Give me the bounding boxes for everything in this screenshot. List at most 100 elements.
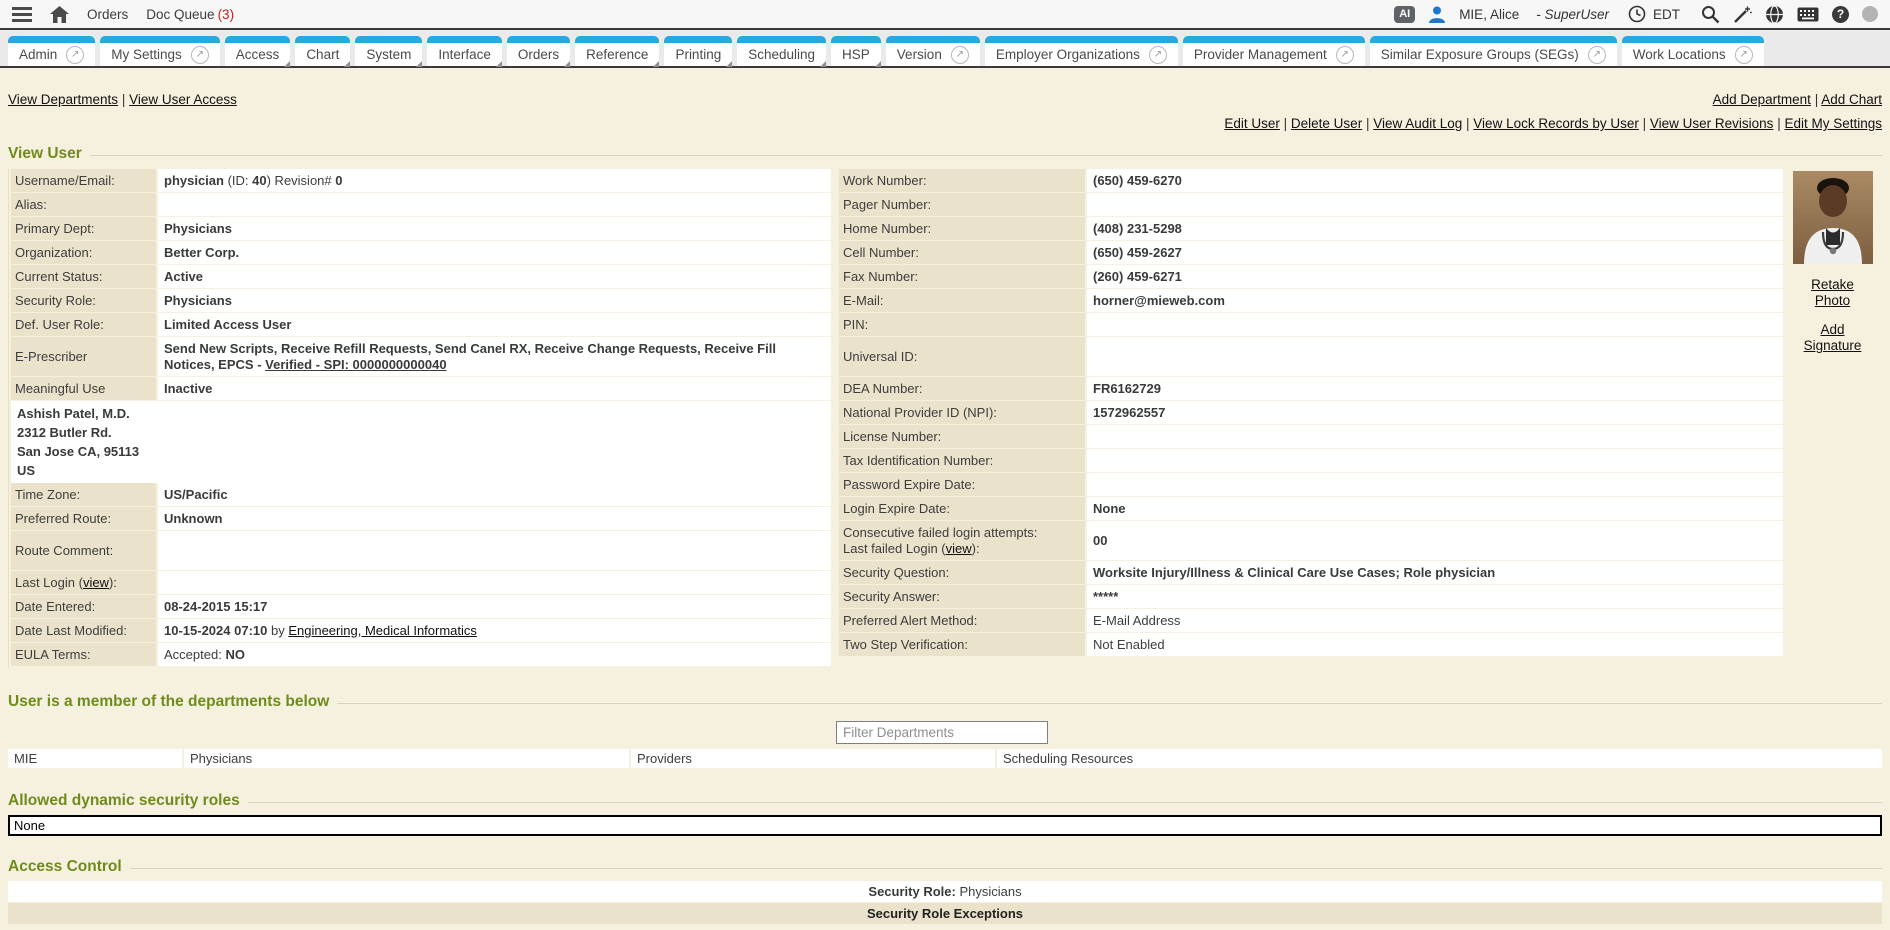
field-value: 00 xyxy=(1087,521,1783,560)
value-text: Active xyxy=(164,269,825,285)
keyboard-icon[interactable] xyxy=(1797,7,1819,22)
link-add-chart[interactable]: Add Chart xyxy=(1821,92,1882,107)
external-link-icon: ↗ xyxy=(66,46,84,64)
tab-similar-exposure-groups-segs[interactable]: Similar Exposure Groups (SEGs)↗ xyxy=(1370,36,1617,66)
detail-row: Date Entered:08-24-2015 15:17 xyxy=(11,595,831,618)
field-value: Inactive xyxy=(158,377,831,400)
detail-row: E-PrescriberSend New Scripts, Receive Re… xyxy=(11,337,831,376)
topbar-item-orders[interactable]: Orders xyxy=(87,7,128,22)
tab-interface[interactable]: Interface xyxy=(427,36,502,66)
label-text: Preferred Route: xyxy=(15,511,152,527)
tab-version[interactable]: Version↗ xyxy=(886,36,980,66)
detail-row: Meaningful UseInactive xyxy=(11,377,831,400)
home-icon[interactable] xyxy=(50,6,69,23)
security-role-value-text: Physicians xyxy=(959,884,1021,899)
field-value: ***** xyxy=(1087,585,1783,608)
field-value: Limited Access User xyxy=(158,313,831,336)
detail-row: Current Status:Active xyxy=(11,265,831,288)
text-segment: Organization: xyxy=(15,245,92,260)
add-signature-link[interactable]: AddSignature xyxy=(1804,322,1862,354)
action-edit-user[interactable]: Edit User xyxy=(1224,116,1280,131)
detail-row: Date Last Modified: 10-15-2024 07:10 by E… xyxy=(11,619,831,642)
value-text: 1572962557 xyxy=(1093,405,1777,421)
clock-icon[interactable] xyxy=(1628,5,1646,23)
tab-printing[interactable]: Printing xyxy=(664,36,732,66)
globe-icon[interactable] xyxy=(1765,5,1784,24)
action-delete-user[interactable]: Delete User xyxy=(1291,116,1362,131)
text-segment: EULA Terms: xyxy=(15,647,91,662)
tab-provider-management[interactable]: Provider Management↗ xyxy=(1183,36,1365,66)
link-add-department[interactable]: Add Department xyxy=(1713,92,1811,107)
tab-access[interactable]: Access xyxy=(225,36,291,66)
detail-row: PIN: xyxy=(839,313,1783,336)
field-label: Primary Dept: xyxy=(11,217,156,240)
link-view-departments[interactable]: View Departments xyxy=(8,92,118,107)
retake-photo-link[interactable]: RetakePhoto xyxy=(1811,277,1854,309)
field-label: Security Answer: xyxy=(839,585,1085,608)
tab-orders[interactable]: Orders xyxy=(507,36,570,66)
field-value: 08-24-2015 15:17 xyxy=(158,595,831,618)
field-label: Home Number: xyxy=(839,217,1085,240)
action-view-user-revisions[interactable]: View User Revisions xyxy=(1650,116,1774,131)
link-view-user-access[interactable]: View User Access xyxy=(129,92,237,107)
label-text: Password Expire Date: xyxy=(843,477,1081,493)
text-segment: E-Prescriber xyxy=(15,349,87,364)
logged-in-user-name[interactable]: MIE, Alice xyxy=(1459,7,1519,22)
value-text: (650) 459-6270 xyxy=(1093,173,1777,189)
text-segment: ): xyxy=(972,541,980,556)
tab-chart[interactable]: Chart xyxy=(295,36,350,66)
field-value xyxy=(158,571,831,594)
label-text: PIN: xyxy=(843,317,1081,333)
user-icon[interactable] xyxy=(1428,6,1446,23)
label-text: DEA Number: xyxy=(843,381,1081,397)
field-label: Pager Number: xyxy=(839,193,1085,216)
tab-reference[interactable]: Reference xyxy=(575,36,659,66)
text-segment: Two Step Verification: xyxy=(843,637,968,652)
inline-link[interactable]: Verified - SPI: 0000000000040 xyxy=(265,357,446,372)
field-value: (408) 231-5298 xyxy=(1087,217,1783,240)
filter-departments-input[interactable] xyxy=(836,721,1048,744)
tab-employer-organizations[interactable]: Employer Organizations↗ xyxy=(985,36,1178,66)
text-segment: Date Last Modified: xyxy=(15,623,127,638)
topbar-item-doc-queue[interactable]: Doc Queue(3) xyxy=(146,7,234,22)
field-value xyxy=(1087,473,1783,496)
field-value: 1572962557 xyxy=(1087,401,1783,424)
ai-badge[interactable]: AI xyxy=(1394,6,1415,23)
inline-link[interactable]: view xyxy=(83,575,109,590)
signature-line1: Add xyxy=(1820,322,1844,337)
action-edit-my-settings[interactable]: Edit My Settings xyxy=(1784,116,1882,131)
text-segment: 08-24-2015 15:17 xyxy=(164,599,267,614)
tab-work-locations[interactable]: Work Locations↗ xyxy=(1622,36,1764,66)
inline-link[interactable]: Engineering, Medical Informatics xyxy=(288,623,477,638)
tab-system[interactable]: System xyxy=(355,36,422,66)
tab-my-settings[interactable]: My Settings↗ xyxy=(100,36,220,66)
field-label: Cell Number: xyxy=(839,241,1085,264)
value-text: 10-15-2024 07:10 by Engineering, Medical… xyxy=(164,623,825,639)
field-value xyxy=(1087,425,1783,448)
external-link-icon: ↗ xyxy=(1336,46,1354,64)
inline-link[interactable]: view xyxy=(946,541,972,556)
tab-scheduling[interactable]: Scheduling xyxy=(737,36,826,66)
text-segment: Physicians xyxy=(164,293,232,308)
text-segment: Tax Identification Number: xyxy=(843,453,993,468)
tab-hsp[interactable]: HSP xyxy=(831,36,881,66)
field-label: Password Expire Date: xyxy=(839,473,1085,496)
user-photo xyxy=(1793,171,1873,264)
text-segment: US/Pacific xyxy=(164,487,228,502)
magic-wand-icon[interactable] xyxy=(1733,5,1752,24)
action-view-lock-records-by-user[interactable]: View Lock Records by User xyxy=(1473,116,1639,131)
detail-row: Ashish Patel, M.D.2312 Butler Rd.San Jos… xyxy=(11,401,831,483)
help-icon[interactable]: ? xyxy=(1832,6,1849,23)
field-label: Preferred Alert Method: xyxy=(839,609,1085,632)
action-view-audit-log[interactable]: View Audit Log xyxy=(1373,116,1462,131)
value-text: Accepted: NO xyxy=(164,647,825,663)
field-value: Physicians xyxy=(158,289,831,312)
search-icon[interactable] xyxy=(1701,5,1720,24)
value-text: Not Enabled xyxy=(1093,637,1777,653)
field-label: Preferred Route: xyxy=(11,507,156,530)
photo-column: RetakePhoto AddSignature xyxy=(1783,169,1882,354)
text-segment: ***** xyxy=(1093,589,1118,604)
text-segment: Work Number: xyxy=(843,173,927,188)
hamburger-menu-icon[interactable] xyxy=(12,7,32,22)
tab-admin[interactable]: Admin↗ xyxy=(8,36,95,66)
